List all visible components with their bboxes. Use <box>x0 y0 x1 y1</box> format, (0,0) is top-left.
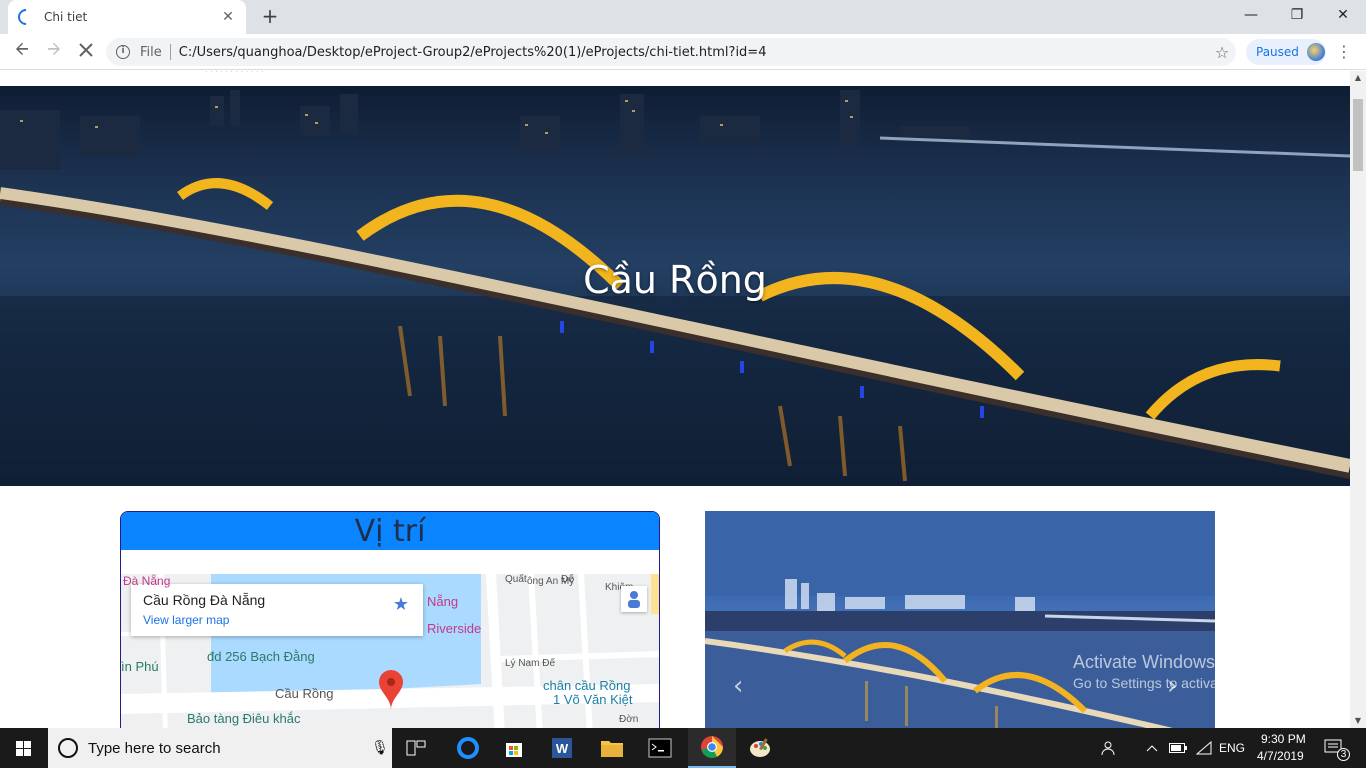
map-label: chân cầu Rồng <box>543 678 631 693</box>
people-icon[interactable] <box>1094 728 1126 768</box>
terminal-icon[interactable] <box>636 728 684 768</box>
location-pin-icon[interactable] <box>378 670 404 710</box>
bookmark-star-icon[interactable]: ☆ <box>1208 43 1236 62</box>
taskbar-search-box[interactable]: Type here to search 🎙 <box>48 728 392 768</box>
store-icon[interactable] <box>490 728 538 768</box>
avatar <box>1306 43 1325 61</box>
paint-icon[interactable] <box>736 728 784 768</box>
map-label: Đờn <box>619 714 639 725</box>
info-icon[interactable]: i <box>116 45 130 59</box>
back-arrow-icon[interactable] <box>10 40 34 64</box>
page-scrollbar[interactable]: ▲ ▼ <box>1350 71 1366 728</box>
search-placeholder: Type here to search <box>88 739 221 757</box>
location-card: Vị trí Cầu Rồng Đà Nẵng View larger map … <box>120 511 660 728</box>
map-label: Đế <box>561 574 574 585</box>
language-indicator[interactable]: ENG <box>1219 741 1245 755</box>
address-bar[interactable]: i File C:/Users/quanghoa/Desktop/eProjec… <box>106 38 1236 66</box>
file-explorer-icon[interactable] <box>588 728 636 768</box>
street-view-pegman-icon[interactable] <box>621 586 647 612</box>
new-tab-button[interactable]: + <box>260 4 280 28</box>
scrollbar-thumb[interactable] <box>1353 99 1363 171</box>
profile-status: Paused <box>1256 45 1299 59</box>
browser-menu-icon[interactable]: ⋮ <box>1334 42 1354 62</box>
map-label: đd 256 Bạch Đằng <box>207 649 315 664</box>
clipped-nav-remnant: · · · · · · · · · · · · <box>205 71 264 76</box>
word-icon[interactable]: W <box>538 728 586 768</box>
map-label: 1 Võ Văn Kiệt <box>553 692 633 707</box>
task-view-icon[interactable] <box>392 728 440 768</box>
svg-text:W: W <box>556 741 569 756</box>
google-map-embed[interactable]: Cầu Rồng Đà Nẵng View larger map ★ Đà Nẵ… <box>121 574 659 728</box>
browser-tab[interactable]: Chi tiet ✕ <box>8 0 246 34</box>
carousel-bridge-illustration <box>705 511 1215 728</box>
battery-icon[interactable] <box>1166 728 1190 768</box>
activation-watermark: Activate Windows Go to Settings to activ… <box>1073 652 1343 691</box>
microphone-icon[interactable]: 🎙 <box>368 740 392 756</box>
edge-browser-icon[interactable] <box>444 728 492 768</box>
view-larger-map-link[interactable]: View larger map <box>143 613 411 627</box>
scroll-down-icon[interactable]: ▼ <box>1350 714 1366 728</box>
forward-arrow-icon[interactable] <box>42 40 66 64</box>
save-star-icon[interactable]: ★ <box>393 594 409 615</box>
profile-button[interactable]: Paused <box>1246 39 1326 65</box>
map-label: Lý Nam Đế <box>505 658 556 669</box>
tab-title: Chi tiet <box>44 10 88 24</box>
watermark-title: Activate Windows <box>1073 652 1216 672</box>
map-label: ìn Phú <box>121 659 159 674</box>
hero-title: Cầu Rồng <box>583 258 767 302</box>
location-heading: Vị trí <box>121 512 659 550</box>
browser-toolbar: i File C:/Users/quanghoa/Desktop/eProjec… <box>0 34 1366 70</box>
tab-strip: Chi tiet ✕ + — ❐ ✕ <box>0 0 1366 34</box>
cortana-icon <box>58 738 78 758</box>
minimize-button[interactable]: — <box>1228 0 1274 30</box>
stop-loading-icon[interactable] <box>74 40 98 64</box>
windows-start-icon[interactable] <box>0 728 48 768</box>
tab-close-icon[interactable]: ✕ <box>220 9 236 25</box>
wifi-icon[interactable] <box>1192 728 1216 768</box>
restore-button[interactable]: ❐ <box>1274 0 1320 30</box>
hero-banner: Cầu Rồng <box>0 86 1350 486</box>
carousel-prev-icon[interactable]: ‹ <box>733 671 743 701</box>
map-label: Cầu Rồng <box>275 686 334 701</box>
loading-spinner-icon <box>14 5 38 29</box>
show-hidden-icons-icon[interactable] <box>1140 728 1164 768</box>
omnibox-divider <box>169 44 171 60</box>
url-scheme: File <box>140 44 162 60</box>
url-text[interactable]: C:/Users/quanghoa/Desktop/eProject-Group… <box>179 45 1208 60</box>
clock-time[interactable]: 9:30 PM <box>1261 732 1306 746</box>
map-label: Nẵng <box>427 594 459 609</box>
image-carousel[interactable]: ‹ › <box>705 511 1215 728</box>
page-viewport: · · · · · · · · · · · · Cầu Rồng Vị trí … <box>0 71 1350 728</box>
map-label: Bảo tàng Điêu khắc <box>187 711 301 726</box>
map-label: Riverside <box>427 621 482 636</box>
window-close-button[interactable]: ✕ <box>1320 0 1366 30</box>
scroll-up-icon[interactable]: ▲ <box>1350 71 1366 85</box>
map-label: Đà Nẵng <box>123 574 171 588</box>
map-place-name: Cầu Rồng Đà Nẵng <box>143 592 266 608</box>
chrome-icon[interactable] <box>688 728 736 768</box>
notification-count-badge: 3 <box>1337 748 1350 761</box>
windows-taskbar: Type here to search 🎙 W ENG 9:30 PM 4/7/… <box>0 728 1366 768</box>
map-place-card: Cầu Rồng Đà Nẵng View larger map ★ <box>131 584 423 636</box>
map-label: Quất <box>505 574 527 585</box>
watermark-subtitle: Go to Settings to activate Windows. <box>1073 675 1294 691</box>
clock-date[interactable]: 4/7/2019 <box>1257 749 1304 763</box>
